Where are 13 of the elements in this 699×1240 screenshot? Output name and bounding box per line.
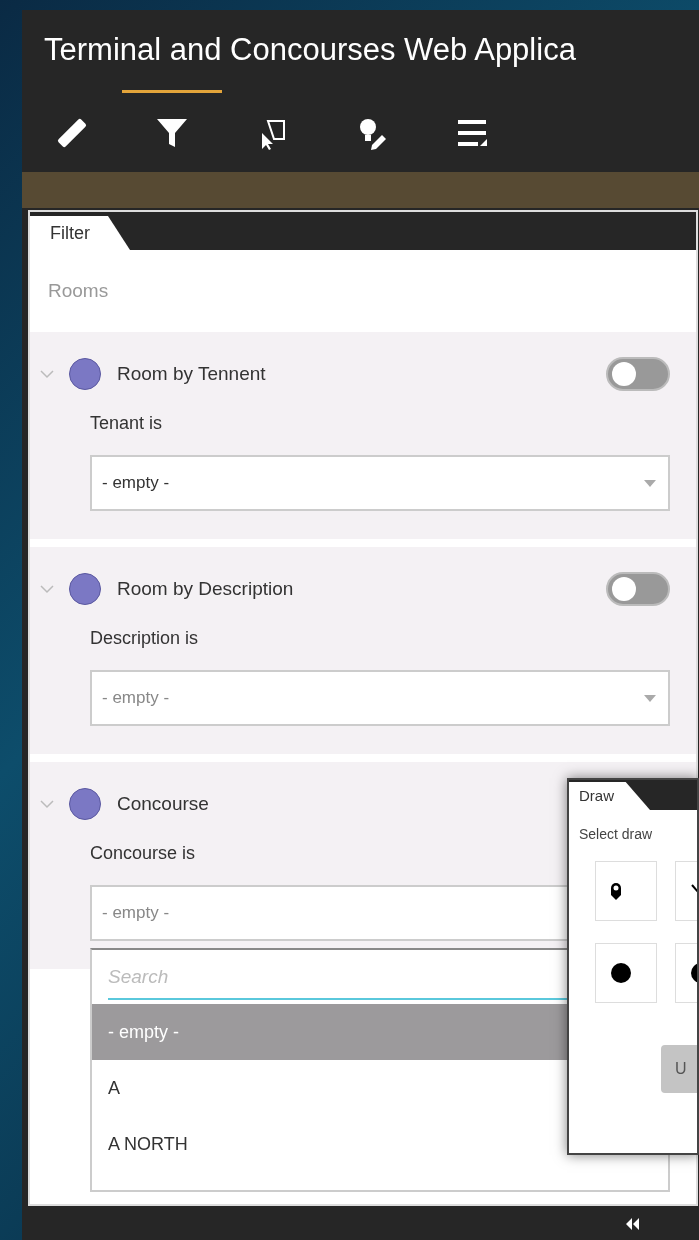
filter-title: Room by Tennent bbox=[117, 361, 266, 386]
app-title: Terminal and Concourses Web Applica bbox=[44, 30, 576, 69]
draw-prompt: Select draw bbox=[579, 825, 654, 844]
layer-title: Rooms bbox=[48, 278, 109, 303]
draw-tab[interactable]: Draw bbox=[569, 782, 650, 810]
select-field[interactable]: - empty - bbox=[90, 455, 670, 511]
filter-tab[interactable]: Filter bbox=[30, 216, 130, 250]
filter-title: Concourse bbox=[117, 791, 209, 816]
field-label: Tenant is bbox=[90, 412, 163, 435]
filter-title: Room by Description bbox=[117, 576, 294, 601]
field-label: Description is bbox=[90, 627, 199, 650]
select-field[interactable]: - empty - bbox=[90, 670, 670, 726]
field-label: Concourse is bbox=[90, 842, 196, 865]
